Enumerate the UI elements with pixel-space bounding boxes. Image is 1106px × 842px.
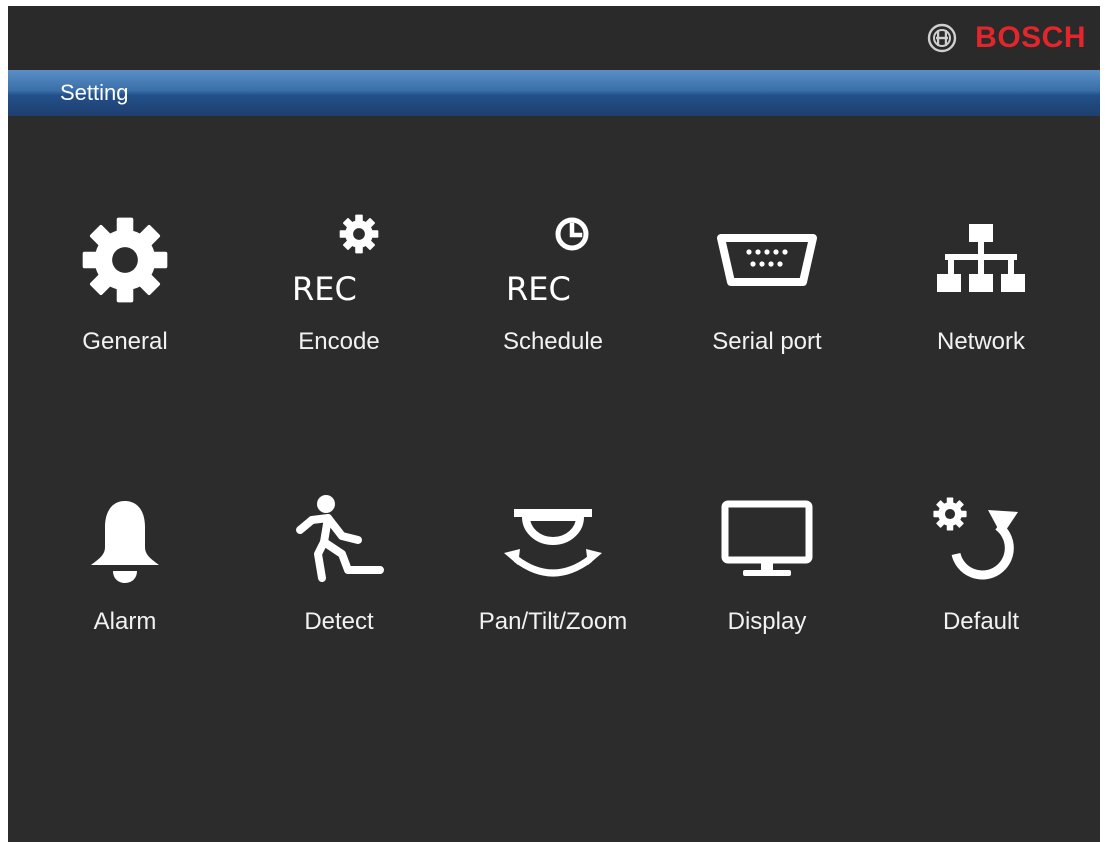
bell-icon bbox=[91, 501, 159, 583]
top-bar: BOSCH bbox=[8, 6, 1100, 70]
menu-item-network[interactable]: Network bbox=[874, 210, 1088, 380]
rec-text: REC bbox=[292, 270, 357, 308]
bosch-logo: BOSCH bbox=[927, 20, 1086, 56]
menu-item-detect[interactable]: Detect bbox=[232, 490, 446, 660]
settings-window: BOSCH Setting General REC Encode REC Sch… bbox=[8, 6, 1100, 842]
menu-item-display[interactable]: Display bbox=[660, 490, 874, 660]
menu-item-serial-port[interactable]: Serial port bbox=[660, 210, 874, 380]
menu-item-schedule[interactable]: REC Schedule bbox=[446, 210, 660, 380]
menu-item-label: Detect bbox=[304, 608, 374, 635]
menu-item-label: Alarm bbox=[93, 608, 157, 635]
menu-item-label: Network bbox=[936, 328, 1026, 355]
title-bar: Setting bbox=[8, 70, 1100, 116]
reset-gear-icon bbox=[933, 497, 1018, 580]
running-person-icon bbox=[296, 495, 384, 582]
rec-gear-icon: REC bbox=[292, 214, 379, 308]
menu-item-pan-tilt-zoom[interactable]: Pan/Tilt/Zoom bbox=[446, 490, 660, 660]
menu-item-label: General bbox=[82, 328, 168, 355]
monitor-icon bbox=[721, 500, 813, 576]
rec-text: REC bbox=[506, 270, 571, 308]
window-title: Setting bbox=[60, 80, 129, 105]
brand-name: BOSCH bbox=[975, 21, 1086, 54]
menu-item-encode[interactable]: REC Encode bbox=[232, 210, 446, 380]
rec-clock-icon: REC bbox=[506, 217, 589, 308]
bosch-armature-icon bbox=[927, 23, 957, 53]
gear-icon bbox=[82, 217, 168, 303]
menu-item-label: Display bbox=[727, 608, 807, 635]
ptz-icon bbox=[504, 509, 602, 577]
menu-item-default[interactable]: Default bbox=[874, 490, 1088, 660]
menu-item-label: Schedule bbox=[502, 328, 604, 355]
menu-item-label: Serial port bbox=[712, 328, 822, 355]
menu-item-general[interactable]: General bbox=[18, 210, 232, 380]
menu-item-label: Encode bbox=[298, 328, 380, 355]
menu-item-label: Pan/Tilt/Zoom bbox=[478, 608, 628, 635]
serial-port-icon bbox=[717, 234, 817, 286]
menu-item-alarm[interactable]: Alarm bbox=[18, 490, 232, 660]
menu-item-label: Default bbox=[942, 608, 1020, 635]
network-icon bbox=[937, 224, 1025, 292]
